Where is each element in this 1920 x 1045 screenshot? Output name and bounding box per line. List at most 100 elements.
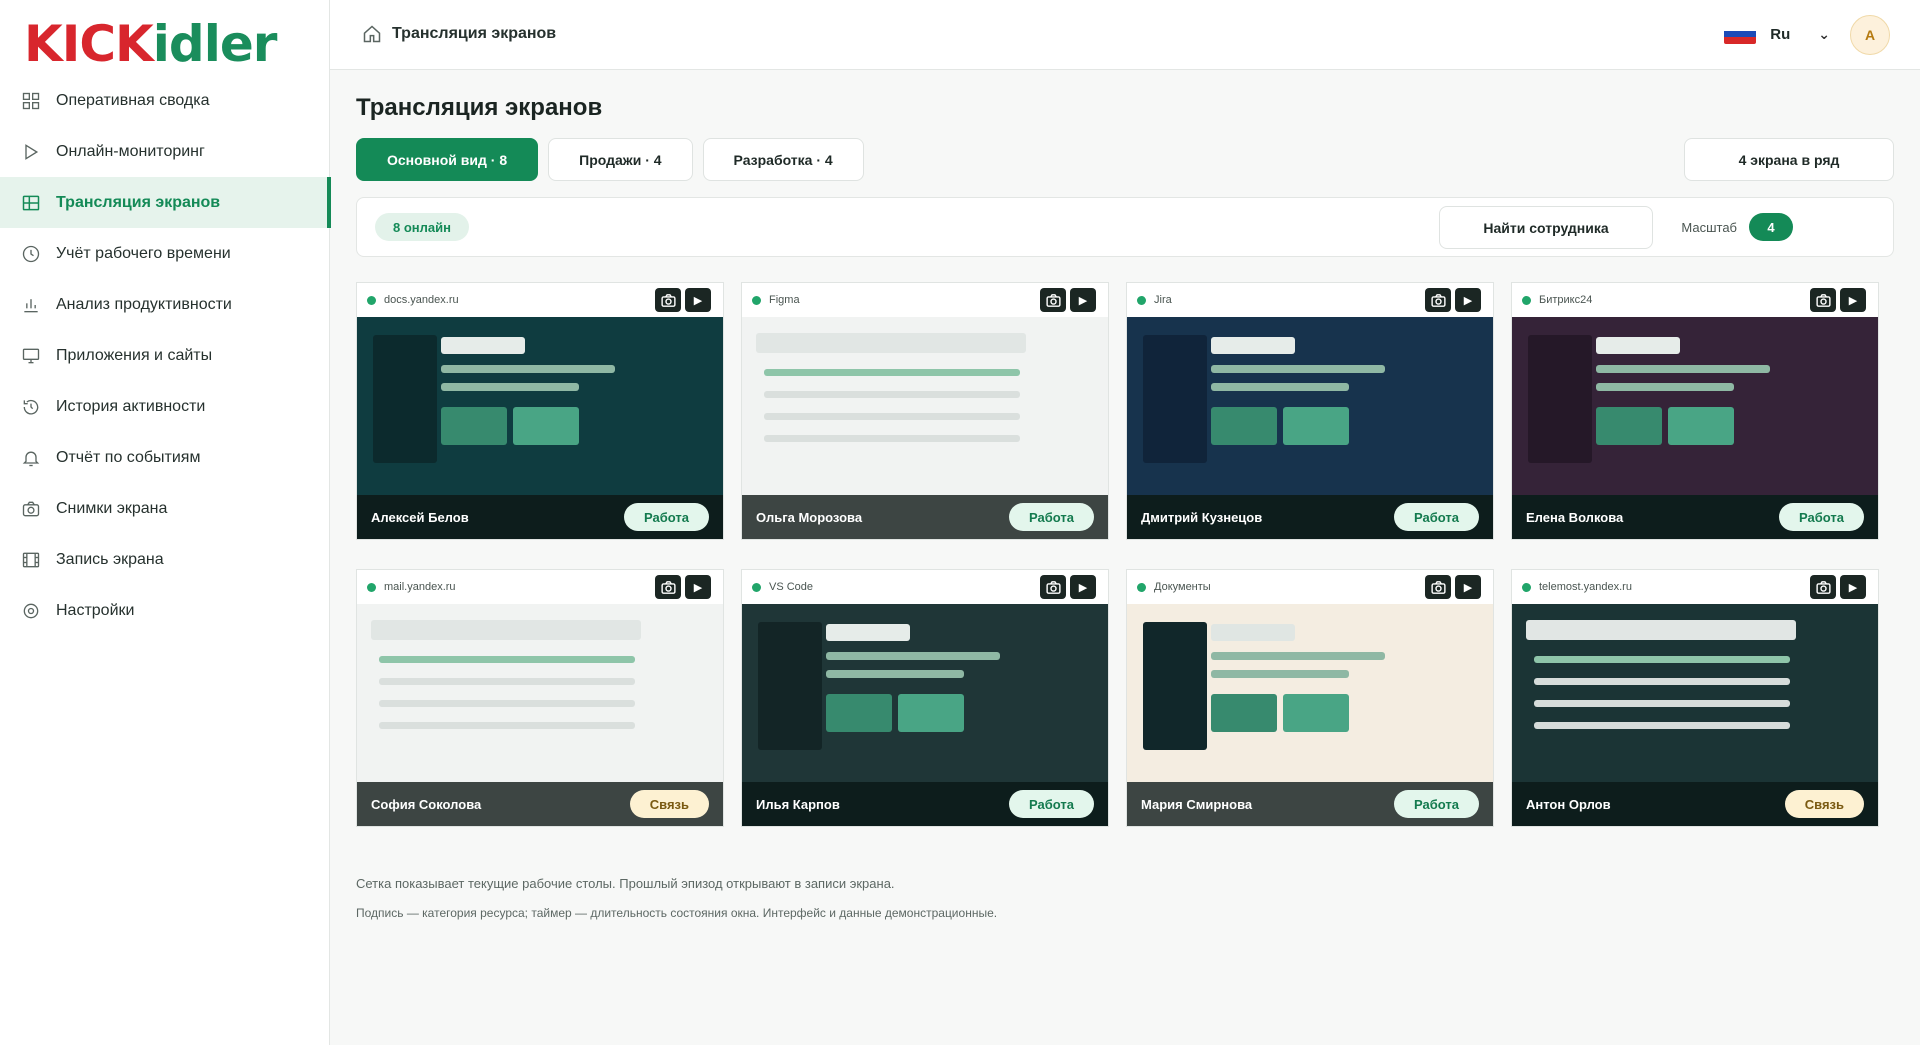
screen-preview[interactable]	[357, 317, 723, 497]
employee-screen-tile[interactable]: docs.yandex.ru ▶ Алексей Белов Работа	[356, 282, 724, 540]
status-badge: Работа	[1394, 503, 1479, 531]
filter-bar: 8 онлайн Найти сотрудника Масштаб 4	[356, 197, 1894, 257]
avatar[interactable]: А	[1850, 15, 1890, 55]
sidebar-item[interactable]: Приложения и сайты	[0, 330, 330, 381]
screen-preview[interactable]	[357, 604, 723, 784]
sidebar-item[interactable]: Снимки экрана	[0, 483, 330, 534]
employee-screen-tile[interactable]: telemost.yandex.ru ▶ Антон Орлов Связь	[1511, 569, 1879, 827]
screen-preview[interactable]	[1127, 317, 1493, 497]
screenshot-camera-icon[interactable]	[655, 288, 681, 312]
language-select[interactable]: Ru ⌄	[1724, 24, 1830, 44]
screenshot-camera-icon[interactable]	[1425, 575, 1451, 599]
status-badge: Связь	[629, 790, 709, 818]
employee-screen-tile[interactable]: Битрикс24 ▶ Елена Волкова Работа	[1511, 282, 1879, 540]
screen-header	[1211, 624, 1295, 641]
group-tab[interactable]: Основной вид · 8	[356, 138, 539, 181]
online-count-badge: 8 онлайн	[375, 213, 469, 241]
screen-preview[interactable]	[742, 317, 1108, 497]
history-icon	[20, 396, 42, 418]
sidebar-item[interactable]: Учёт рабочего времени	[0, 228, 330, 279]
online-dot-icon	[1522, 295, 1531, 305]
play-icon[interactable]: ▶	[1455, 575, 1481, 599]
screen-preview[interactable]	[1127, 604, 1493, 784]
screenshot-camera-icon[interactable]	[1425, 288, 1451, 312]
tile-footer: Ольга Морозова Работа	[742, 495, 1108, 539]
kickidler-logo[interactable]: KICK idler	[24, 14, 277, 74]
play-icon[interactable]: ▶	[1840, 575, 1866, 599]
screen-line	[1534, 700, 1790, 707]
play-icon[interactable]: ▶	[685, 288, 711, 312]
screenshot-camera-icon[interactable]	[655, 575, 681, 599]
screen-preview[interactable]	[1512, 604, 1878, 784]
status-badge: Работа	[1779, 503, 1864, 531]
sidebar-item[interactable]: Запись экрана	[0, 534, 330, 585]
home-icon[interactable]	[362, 24, 382, 44]
employee-screen-tile[interactable]: Jira ▶ Дмитрий Кузнецов Работа	[1126, 282, 1494, 540]
screen-line	[1534, 656, 1790, 663]
sidebar-item-label: Онлайн-мониторинг	[56, 142, 205, 160]
employee-name: Елена Волкова	[1526, 509, 1624, 525]
tile-footer: Елена Волкова Работа	[1512, 495, 1878, 539]
sidebar-item[interactable]: Настройки	[0, 585, 330, 636]
sidebar-item-label: Трансляция экранов	[56, 193, 221, 211]
screen-card	[441, 407, 507, 445]
screenshot-camera-icon[interactable]	[1810, 575, 1836, 599]
status-badge: Работа	[1009, 790, 1094, 818]
sidebar: KICK idler Оперативная сводка Онлайн-монит…	[0, 0, 331, 1045]
sidebar-item[interactable]: Трансляция экранов	[0, 177, 331, 228]
screenshot-camera-icon[interactable]	[1040, 575, 1066, 599]
screen-sidebar	[758, 622, 822, 750]
scale-value-button[interactable]: 4	[1749, 213, 1793, 241]
sidebar-item-label: Учёт рабочего времени	[56, 244, 231, 262]
tile-header: docs.yandex.ru ▶	[357, 283, 723, 317]
play-icon[interactable]: ▶	[685, 575, 711, 599]
screen-line	[441, 365, 615, 373]
tile-footer: Мария Смирнова Работа	[1127, 782, 1493, 826]
sidebar-item[interactable]: Онлайн-мониторинг	[0, 126, 330, 177]
screen-header	[441, 337, 525, 354]
employee-name: Мария Смирнова	[1141, 796, 1253, 812]
play-icon[interactable]: ▶	[1070, 288, 1096, 312]
breadcrumb-current: Трансляция экранов	[392, 25, 557, 42]
grid-icon	[20, 90, 42, 112]
employee-screen-tile[interactable]: Figma ▶ Ольга Морозова Работа	[741, 282, 1109, 540]
online-dot-icon	[752, 295, 761, 305]
screen-preview[interactable]	[742, 604, 1108, 784]
play-outline-icon	[20, 141, 42, 163]
sidebar-item[interactable]: Отчёт по событиям	[0, 432, 330, 483]
screen-header	[1526, 620, 1796, 640]
status-badge: Работа	[624, 503, 709, 531]
play-icon[interactable]: ▶	[1840, 288, 1866, 312]
online-dot-icon	[1137, 295, 1146, 305]
group-tabs: Основной вид · 8 Продажи · 4 Разработка · …	[356, 138, 864, 181]
employee-name: Дмитрий Кузнецов	[1141, 509, 1263, 525]
status-badge: Работа	[1394, 790, 1479, 818]
status-badge: Связь	[1784, 790, 1864, 818]
play-icon[interactable]: ▶	[1070, 575, 1096, 599]
screenshot-camera-icon[interactable]	[1810, 288, 1836, 312]
play-icon[interactable]: ▶	[1455, 288, 1481, 312]
note-line: Сетка показывает текущие рабочие столы. …	[356, 876, 895, 891]
screenshot-camera-icon[interactable]	[1040, 288, 1066, 312]
find-employee-button[interactable]: Найти сотрудника	[1439, 206, 1653, 249]
employee-name: София Соколова	[371, 796, 482, 812]
sidebar-item-label: Снимки экрана	[56, 499, 168, 517]
group-tab[interactable]: Продажи · 4	[548, 138, 693, 181]
employee-screen-tile[interactable]: Документы ▶ Мария Смирнова Работа	[1126, 569, 1494, 827]
grid-layout-button[interactable]: 4 экрана в ряд	[1684, 138, 1894, 181]
employee-screen-tile[interactable]: mail.yandex.ru ▶ София Соколова Связь	[356, 569, 724, 827]
screen-line	[379, 678, 635, 685]
sidebar-item[interactable]: Анализ продуктивности	[0, 279, 330, 330]
screen-card	[1596, 407, 1662, 445]
sidebar-item[interactable]: Оперативная сводка	[0, 75, 330, 126]
sidebar-item[interactable]: История активности	[0, 381, 330, 432]
employee-name: Илья Карпов	[756, 796, 840, 812]
screen-preview[interactable]	[1512, 317, 1878, 497]
language-label: Ru	[1770, 25, 1791, 43]
group-tab[interactable]: Разработка · 4	[702, 138, 864, 181]
screen-card	[898, 694, 964, 732]
screen-sidebar	[1143, 622, 1207, 750]
employee-screen-tile[interactable]: VS Code ▶ Илья Карпов Работа	[741, 569, 1109, 827]
bell-icon	[20, 447, 42, 469]
screen-line	[379, 700, 635, 707]
